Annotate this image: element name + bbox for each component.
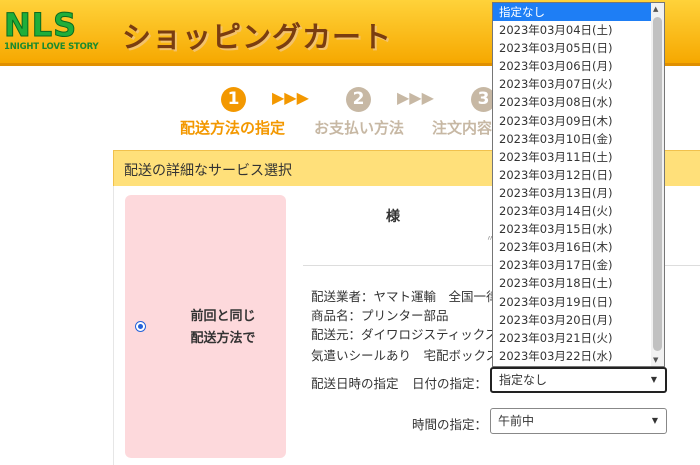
option-line-1: 前回と同じ (190, 309, 256, 324)
dropdown-options: 指定なし 2023年03月04日(土) 2023年03月05日(日) 2023年03月… (493, 3, 652, 365)
packaging-info: 気遣いシールあり 宅配ボックス (311, 348, 499, 363)
origin-info: 配送元：ダイワロジスティックス (311, 327, 498, 342)
dropdown-option[interactable]: 指定なし (493, 3, 652, 22)
dropdown-option[interactable]: 2023年03月16日(木) (493, 238, 652, 256)
time-select[interactable]: 午前中 ▼ (490, 408, 667, 434)
carrier-info: 配送業者：ヤマト運輸 全国一律 (311, 289, 499, 304)
dropdown-option[interactable]: 2023年03月06日(月) (493, 57, 652, 75)
time-label: 時間の指定： (412, 417, 488, 432)
same-as-previous-label[interactable]: 前回と同じ 配送方法で (178, 306, 268, 350)
step-arrows-1: ▶▶▶ (272, 88, 309, 107)
scrollbar-thumb[interactable] (653, 17, 662, 351)
logo-letters: NLS (3, 6, 78, 45)
same-as-previous-radio[interactable] (135, 321, 146, 332)
dropdown-scrollbar[interactable]: ▲ ▼ (651, 3, 664, 366)
product-info: 商品名：プリンター部品 (311, 308, 449, 323)
dropdown-option[interactable]: 2023年03月04日(土) (493, 21, 652, 39)
dropdown-option[interactable]: 2023年03月12日(日) (493, 166, 652, 184)
step-arrows-2: ▶▶▶ (397, 88, 434, 107)
option-line-2: 配送方法で (190, 331, 256, 346)
chevron-down-icon: ▼ (650, 375, 657, 384)
chevron-down-icon: ▼ (651, 416, 658, 425)
page-title: ショッピングカート (122, 20, 393, 54)
date-select-value: 指定なし (499, 373, 548, 387)
date-label: 日付の指定： (412, 376, 488, 391)
nls-logo[interactable]: NLS 1NIGHT LOVE STORY (3, 6, 116, 56)
dropdown-option[interactable]: 2023年03月18日(土) (493, 274, 652, 292)
logo-tagline: 1NIGHT LOVE STORY (4, 42, 99, 52)
dropdown-option[interactable]: 2023年03月19日(日) (493, 293, 652, 311)
date-dropdown-list[interactable]: 指定なし 2023年03月04日(土) 2023年03月05日(日) 2023年03月… (492, 2, 665, 367)
dropdown-option[interactable]: 2023年03月08日(水) (493, 93, 652, 111)
recipient-honorific: 様 (386, 209, 400, 225)
dropdown-option[interactable]: 2023年03月10日(金) (493, 130, 652, 148)
dropdown-option[interactable]: 2023年03月14日(火) (493, 202, 652, 220)
dropdown-option[interactable]: 2023年03月17日(金) (493, 256, 652, 274)
step-2-label: お支払い方法 (314, 119, 405, 137)
step-3-label: 注文内容 (432, 119, 493, 137)
dropdown-option[interactable]: 2023年03月20日(月) (493, 311, 652, 329)
dropdown-option[interactable]: 2023年03月11日(土) (493, 148, 652, 166)
step-1-label: 配送方法の指定 (180, 119, 286, 137)
dropdown-option[interactable]: 2023年03月07日(火) (493, 75, 652, 93)
dropdown-option[interactable]: 2023年03月09日(木) (493, 112, 652, 130)
date-select[interactable]: 指定なし ▼ (490, 367, 667, 393)
dropdown-option[interactable]: 2023年03月13日(月) (493, 184, 652, 202)
dropdown-option[interactable]: 2023年03月05日(日) (493, 39, 652, 57)
step-1-circle: 1 (221, 87, 246, 112)
time-select-value: 午前中 (498, 414, 535, 428)
dropdown-option[interactable]: 2023年03月21日(火) (493, 329, 652, 347)
scroll-up-icon[interactable]: ▲ (653, 5, 658, 13)
dropdown-option[interactable]: 2023年03月22日(水) (493, 347, 652, 365)
dropdown-option[interactable]: 2023年03月15日(水) (493, 220, 652, 238)
step-2-circle: 2 (346, 87, 371, 112)
scroll-down-icon[interactable]: ▼ (653, 356, 658, 364)
delivery-datetime-label: 配送日時の指定 (311, 376, 399, 391)
section-title: 配送の詳細なサービス選択 (124, 163, 292, 179)
